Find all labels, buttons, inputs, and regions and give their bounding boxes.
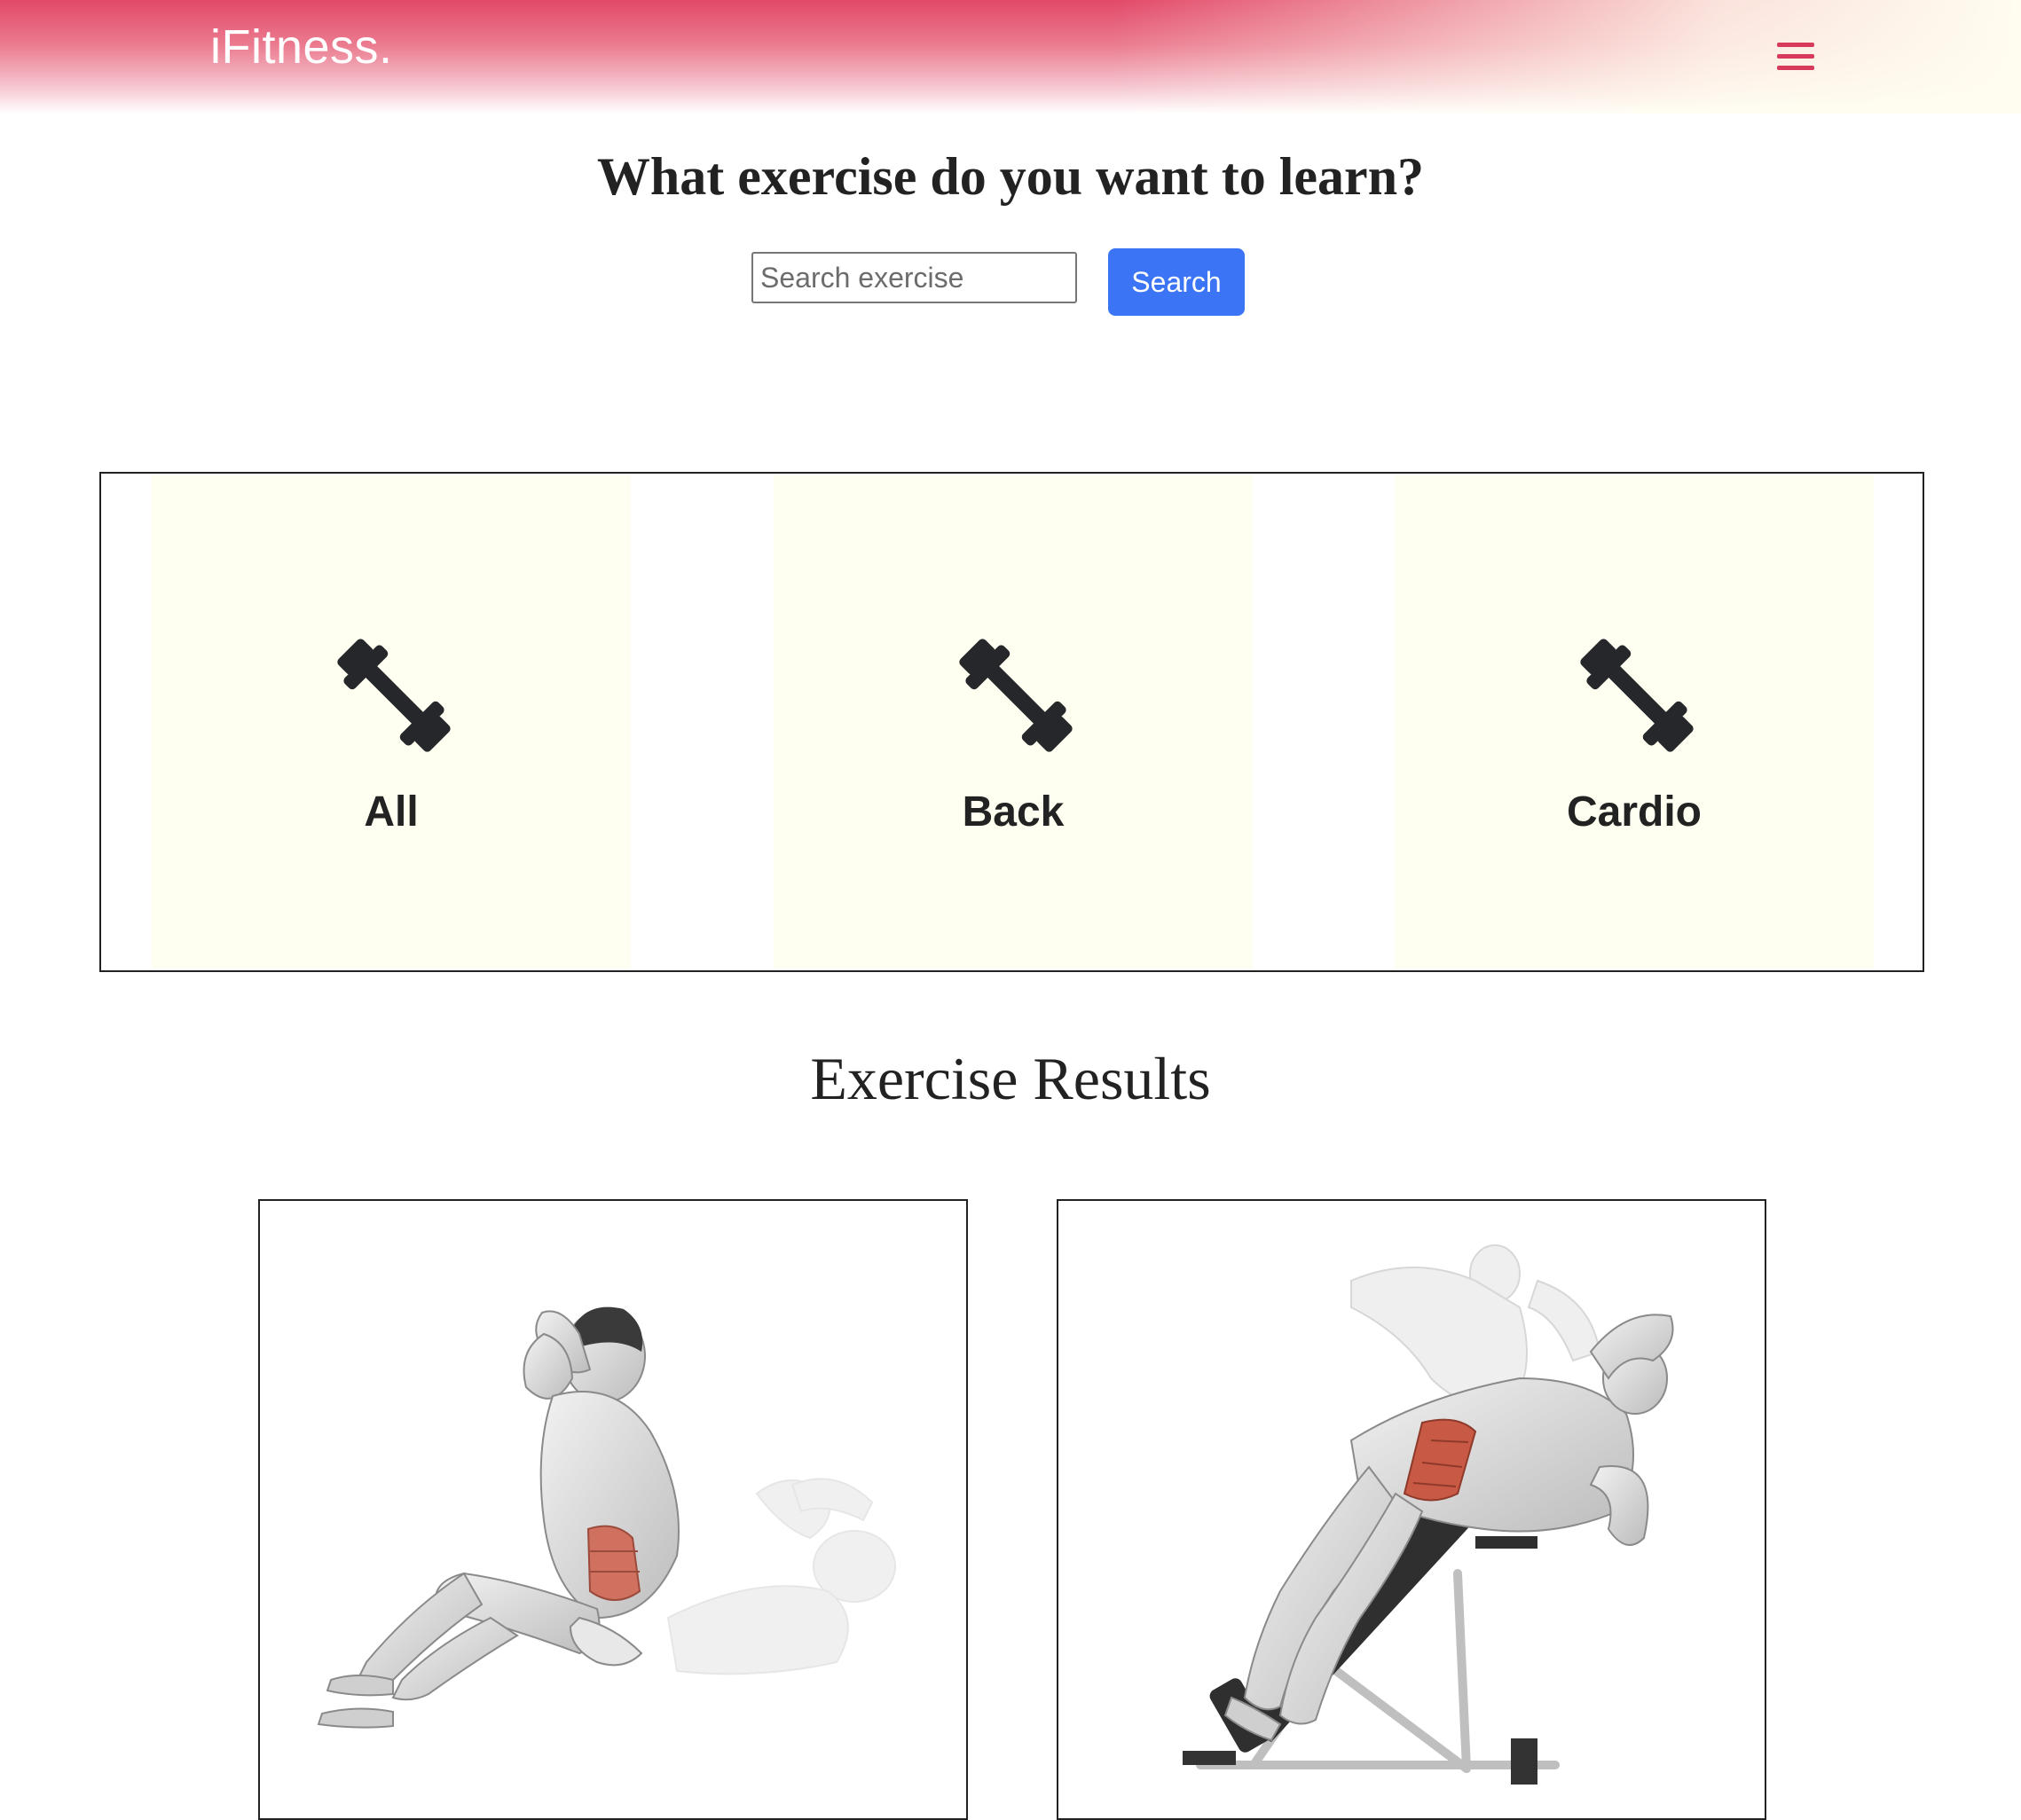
navbar: iFitness. [0,0,2021,114]
category-label: Back [962,788,1065,835]
dumbbell-icon [959,639,1073,752]
category-card-back[interactable]: Back [774,475,1253,969]
exercise-card[interactable] [258,1199,968,1820]
crunch-exercise-illustration [317,1306,896,1729]
dumbbell-icon [337,639,451,752]
dumbbell-icon [1580,639,1694,752]
exercise-card[interactable] [1057,1199,1766,1820]
search-button[interactable]: Search [1108,248,1245,316]
hyperextension-bench-side-crunch-illustration [1183,1244,1674,1785]
search-input[interactable] [751,252,1077,303]
page-title: What exercise do you want to learn? [596,147,1425,206]
category-label: Cardio [1566,788,1702,835]
results-title: Exercise Results [810,1045,1211,1112]
brand-logo[interactable]: iFitness. [210,20,393,75]
category-label: All [364,788,419,835]
category-card-cardio[interactable]: Cardio [1395,475,1874,969]
category-carousel: All Back Cardio [99,472,1924,972]
category-card-all[interactable]: All [152,475,631,969]
hamburger-menu-icon[interactable] [1777,43,1814,73]
